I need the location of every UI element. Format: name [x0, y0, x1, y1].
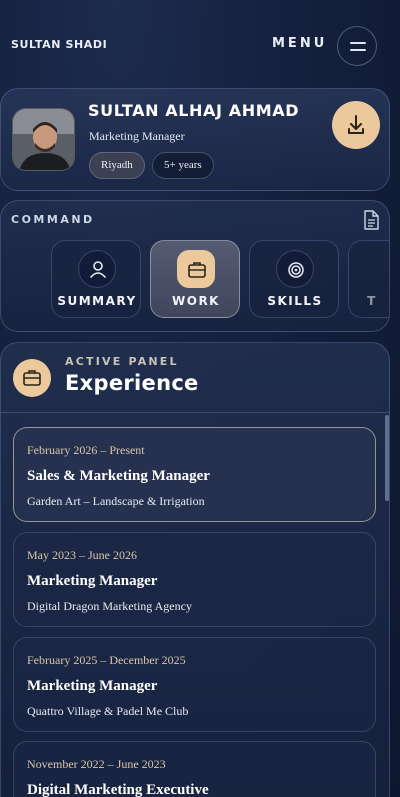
job-date: February 2025 – December 2025 [27, 653, 186, 667]
active-panel: ACTIVE PANEL Experience February 2026 – … [0, 342, 390, 797]
user-icon [78, 250, 116, 288]
top-bar: SULTAN SHADI MENU [0, 0, 400, 84]
experience-card[interactable]: February 2025 – December 2025 Marketing … [13, 637, 376, 732]
job-company: Quattro Village & Padel Me Club [27, 704, 189, 718]
job-title: Digital Marketing Executive [27, 782, 209, 797]
brand-logo[interactable]: SULTAN SHADI [11, 38, 107, 51]
tab-work-label: WORK [172, 294, 220, 308]
tab-work[interactable]: WORK [150, 240, 240, 318]
job-date: May 2023 – June 2026 [27, 548, 137, 562]
profile-name: SULTAN ALHAJ AHMAD [88, 101, 300, 120]
avatar-photo [13, 109, 74, 170]
menu-button[interactable] [337, 26, 377, 66]
menu-label[interactable]: MENU [272, 36, 327, 51]
experience-chip: 5+ years [152, 152, 214, 179]
menu-icon-bar [350, 49, 366, 51]
target-icon [276, 250, 314, 288]
experience-card[interactable]: February 2026 – Present Sales & Marketin… [13, 427, 376, 522]
tab-skills[interactable]: SKILLS [249, 240, 339, 318]
job-company: Digital Dragon Marketing Agency [27, 599, 192, 613]
briefcase-icon [13, 359, 51, 397]
tab-more-label: T [367, 294, 377, 308]
download-button[interactable] [332, 101, 380, 149]
job-title: Marketing Manager [27, 573, 158, 589]
tab-summary-label: SUMMARY [57, 294, 137, 308]
experience-card[interactable]: May 2023 – June 2026 Marketing Manager D… [13, 532, 376, 627]
location-chip: Riyadh [89, 152, 145, 179]
document-icon[interactable] [362, 210, 380, 230]
scrollbar-thumb[interactable] [385, 415, 389, 501]
job-company: Garden Art – Landscape & Irrigation [27, 494, 205, 508]
menu-icon [350, 42, 366, 44]
experience-card[interactable]: November 2022 – June 2023 Digital Market… [13, 741, 376, 797]
avatar [12, 108, 75, 171]
divider [1, 412, 389, 413]
command-label: COMMAND [11, 213, 95, 226]
tab-more[interactable]: T [348, 240, 389, 318]
profile-card: SULTAN ALHAJ AHMAD Marketing Manager Riy… [0, 88, 390, 191]
tab-summary[interactable]: SUMMARY [51, 240, 141, 318]
profile-role: Marketing Manager [89, 129, 185, 143]
job-title: Sales & Marketing Manager [27, 468, 210, 484]
job-date: February 2026 – Present [27, 443, 145, 457]
job-date: November 2022 – June 2023 [27, 757, 166, 771]
command-panel: COMMAND SUMMARY WORK SKILLS T [0, 200, 390, 332]
briefcase-icon [177, 250, 215, 288]
download-icon [348, 115, 364, 134]
panel-title: Experience [65, 371, 199, 395]
panel-eyebrow: ACTIVE PANEL [65, 355, 179, 368]
job-title: Marketing Manager [27, 678, 158, 694]
